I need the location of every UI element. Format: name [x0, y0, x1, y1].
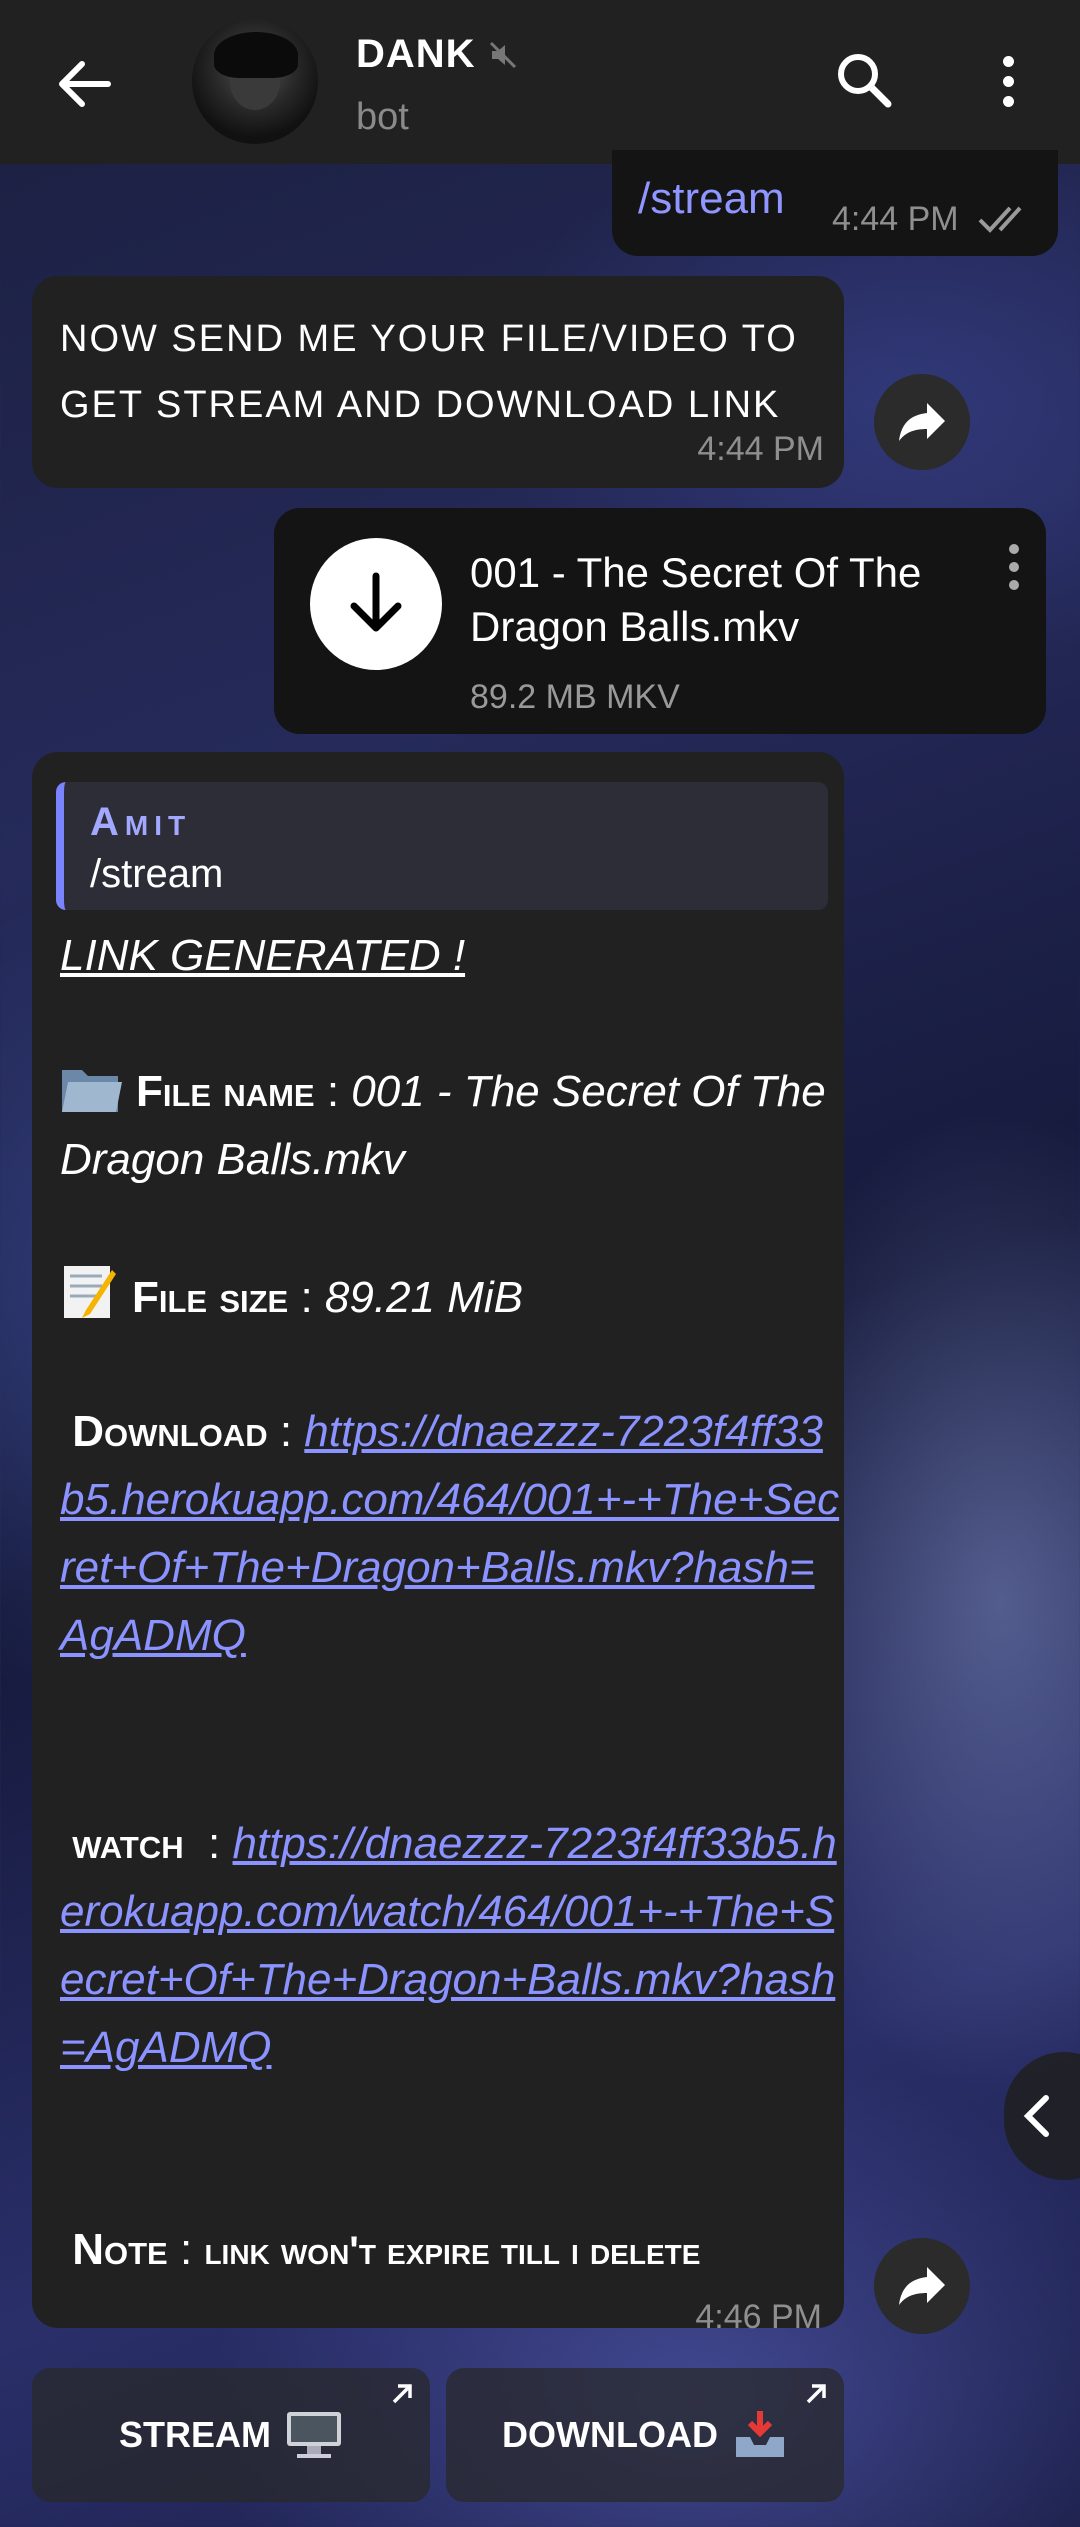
watch-label: watch	[72, 1819, 184, 1868]
double-check-icon	[978, 206, 1022, 233]
watch-line: watch : https://dnaezzz-7223f4ff33b5.her…	[60, 1819, 837, 2072]
more-vertical-icon[interactable]	[978, 46, 1038, 116]
inbox-tray-icon	[735, 2411, 784, 2457]
chat-title-text: DANK	[356, 32, 476, 76]
link-generated-heading: LINK GENERATED !	[60, 931, 466, 980]
chat-title[interactable]: DANK	[356, 32, 518, 77]
message-time: 4:44 PM	[697, 430, 824, 468]
incoming-link-message[interactable]: Amit /stream LINK GENERATED ! File name …	[32, 752, 844, 2336]
message-text: NOW SEND ME YOUR FILE/VIDEO TO GET STREA…	[60, 318, 798, 426]
incoming-message[interactable]: NOW SEND ME YOUR FILE/VIDEO TO GET STREA…	[32, 276, 844, 488]
side-panel-tab[interactable]	[1004, 2052, 1080, 2180]
external-link-icon	[806, 2384, 826, 2404]
back-arrow-icon[interactable]	[48, 48, 120, 120]
file-name-label: File name	[136, 1067, 315, 1116]
file-size-value: 89.21 MiB	[324, 1273, 524, 1322]
download-arrow-icon[interactable]	[310, 538, 442, 670]
message-time: 4:44 PM	[832, 200, 959, 238]
desktop-computer-icon	[287, 2412, 341, 2458]
download-button[interactable]: DOWNLOAD	[446, 2368, 844, 2502]
file-size-line: File size : 89.21 MiB	[60, 1262, 840, 1332]
external-link-icon	[392, 2384, 412, 2404]
file-name: 001 - The Secret Of The Dragon Balls.mkv	[470, 549, 922, 650]
reply-text: /stream	[90, 852, 224, 896]
file-size: 89.2 MB MKV	[470, 678, 680, 716]
file-menu-icon[interactable]	[1004, 544, 1024, 590]
reply-quote[interactable]: Amit /stream	[56, 782, 828, 910]
message-time: 4:46 PM	[695, 2298, 822, 2336]
memo-icon	[64, 1266, 116, 1318]
outgoing-command-message[interactable]: /stream 4:44 PM	[612, 150, 1058, 256]
note-line: Note : link won't expire till i delete	[72, 2225, 701, 2274]
stream-button-label: STREAM	[119, 2414, 271, 2455]
message-text: /stream	[638, 174, 785, 223]
search-icon[interactable]	[830, 46, 900, 116]
stream-button[interactable]: STREAM	[32, 2368, 430, 2502]
download-label: Download	[72, 1407, 268, 1456]
forward-icon[interactable]	[874, 2238, 970, 2334]
outgoing-file-message[interactable]: 001 - The Secret Of The Dragon Balls.mkv…	[274, 508, 1046, 734]
file-name-line: File name : 001 - The Secret Of The Drag…	[60, 1058, 840, 1194]
note-text: link won't expire till i delete	[204, 2229, 701, 2273]
download-button-label: DOWNLOAD	[502, 2414, 718, 2455]
folder-icon	[62, 1070, 122, 1112]
avatar[interactable]	[192, 18, 318, 144]
download-line: Download : https://dnaezzz-7223f4ff33b5.…	[60, 1407, 840, 1660]
reply-author: Amit	[90, 800, 192, 844]
muted-speaker-icon	[489, 41, 516, 68]
file-size-label: File size	[132, 1273, 289, 1322]
note-label: Note	[72, 2225, 168, 2274]
chat-header: DANK bot	[0, 0, 1080, 164]
forward-icon[interactable]	[874, 374, 970, 470]
heading-line: LINK GENERATED !	[60, 922, 840, 990]
chat-subtitle: bot	[356, 96, 409, 138]
chevron-left-icon	[1023, 2095, 1049, 2137]
